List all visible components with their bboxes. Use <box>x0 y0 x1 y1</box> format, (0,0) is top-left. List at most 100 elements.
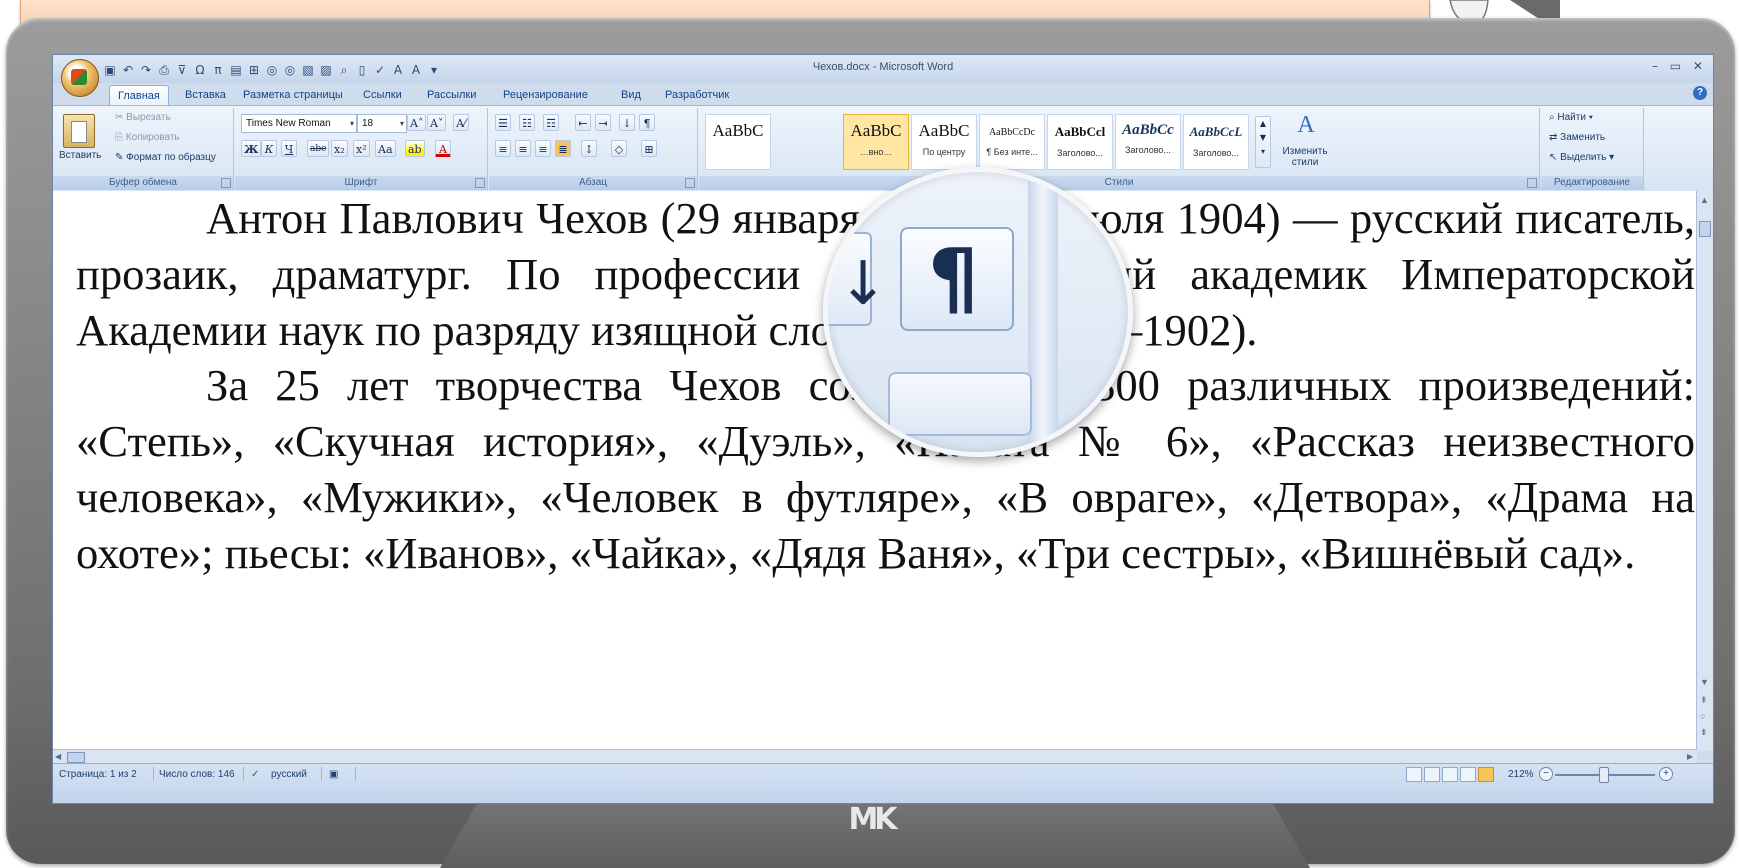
full-screen-icon[interactable] <box>1424 767 1440 782</box>
style-tile[interactable]: AaBbCcl Заголово... <box>1047 114 1113 170</box>
help-icon[interactable]: ? <box>1693 86 1707 100</box>
zoom-in-icon[interactable]: + <box>1659 767 1673 781</box>
word-count[interactable]: Число слов: 146 <box>159 769 235 780</box>
select-button[interactable]: ↖ Выделить ▾ <box>1549 152 1614 163</box>
magnified-divider <box>1028 172 1058 452</box>
title-bar: ▣ ↶ ↷ ⎙ ⊽ Ω π ▤ ⊞ ◎ ◎ ▧ ▨ ⌕ ▯ ✓ A A ▾ Че… <box>53 55 1713 83</box>
replace-button[interactable]: ⇄ Заменить <box>1549 132 1605 143</box>
brand-logo: MK <box>848 802 897 837</box>
styles-scroll-icon[interactable]: ▲ ▼ ▾ <box>1255 116 1271 168</box>
line-spacing-icon[interactable]: ↕ <box>581 140 597 157</box>
underline-button[interactable]: Ч <box>281 140 297 157</box>
print-layout-icon[interactable] <box>1406 767 1422 782</box>
show-marks-button[interactable]: ¶ <box>639 114 655 131</box>
clipboard-launcher-icon[interactable] <box>221 178 231 188</box>
scroll-right-icon[interactable]: ▶ <box>1687 752 1693 761</box>
clipboard-icon <box>63 114 95 148</box>
borders-icon[interactable]: ⊞ <box>641 140 657 157</box>
highlight-button[interactable]: ab <box>405 140 425 157</box>
horizontal-scrollbar[interactable]: ◀ ▶ <box>53 749 1697 764</box>
change-styles-icon[interactable]: A <box>1283 112 1329 139</box>
zoom-slider-knob[interactable] <box>1599 767 1609 783</box>
align-center-icon[interactable]: ≡ <box>515 140 531 157</box>
outline-icon[interactable] <box>1460 767 1476 782</box>
style-tile[interactable]: AaBbCcDc ¶ Без инте... <box>979 114 1045 170</box>
macro-record-icon[interactable]: ▣ <box>329 769 338 780</box>
status-bar: Страница: 1 из 2 Число слов: 146 ✓ русск… <box>53 763 1713 803</box>
clipboard-group-label: Буфер обмена <box>53 176 233 190</box>
decrease-indent-icon[interactable]: ⇤ <box>575 114 591 131</box>
pilcrow-icon: ¶ <box>928 232 979 325</box>
sort-icon[interactable]: ↓ <box>619 114 635 131</box>
tab-mailings[interactable]: Рассылки <box>419 85 484 105</box>
vertical-scrollbar[interactable]: ▲ ▼ ⇞ ○ ⇟ <box>1696 191 1713 751</box>
tab-view[interactable]: Вид <box>613 85 649 105</box>
zoom-level[interactable]: 212% <box>1508 769 1534 780</box>
font-name-select[interactable]: Times New Roman ▾ <box>241 114 357 133</box>
subscript-button[interactable]: x₂ <box>331 140 348 157</box>
window-title: Чехов.docx - Microsoft Word <box>812 61 954 73</box>
paste-button[interactable]: Вставить <box>59 112 101 172</box>
find-button[interactable]: ⌕ Найти ▾ <box>1549 112 1593 123</box>
scroll-left-icon[interactable]: ◀ <box>55 752 61 761</box>
style-tile[interactable]: AaBbC …вно… <box>843 114 909 170</box>
paragraph-group: ☰ ☷ ☶ ⇤ ⇥ ↓ ¶ ≡ ≡ ≡ ≣ ↕ ◇ ⊞ Абзац <box>489 108 698 190</box>
scroll-up-icon[interactable]: ▲ <box>1700 195 1709 205</box>
shrink-font-button[interactable]: A˅ <box>427 114 447 131</box>
clipboard-group: Вставить ✂ Вырезать ⎘ Копировать ✎ Форма… <box>53 108 234 190</box>
superscript-button[interactable]: x² <box>353 140 370 157</box>
tab-page-layout[interactable]: Разметка страницы <box>235 85 351 105</box>
tab-home[interactable]: Главная <box>109 85 169 106</box>
align-right-icon[interactable]: ≡ <box>535 140 551 157</box>
style-tile[interactable]: AaBbC По центру <box>911 114 977 170</box>
numbering-icon[interactable]: ☷ <box>519 114 535 131</box>
shading-icon[interactable]: ◇ <box>611 140 627 157</box>
strikethrough-button[interactable]: abe <box>307 140 330 157</box>
tab-insert[interactable]: Вставка <box>177 85 234 105</box>
web-layout-icon[interactable] <box>1442 767 1458 782</box>
style-tile[interactable]: AaBbCc Заголово... <box>1115 114 1181 170</box>
align-left-icon[interactable]: ≡ <box>495 140 511 157</box>
draft-icon[interactable] <box>1478 767 1494 782</box>
italic-button[interactable]: К <box>261 140 277 157</box>
font-color-button[interactable]: A <box>435 140 451 157</box>
font-launcher-icon[interactable] <box>475 178 485 188</box>
bold-button[interactable]: Ж <box>241 140 262 157</box>
editing-group-label: Редактирование <box>1541 176 1643 190</box>
zoom-out-icon[interactable]: − <box>1539 767 1553 781</box>
editing-group: ⌕ Найти ▾ ⇄ Заменить ↖ Выделить ▾ Редакт… <box>1541 108 1644 190</box>
change-styles-button[interactable]: Изменить стили <box>1277 146 1333 168</box>
increase-indent-icon[interactable]: ⇥ <box>595 114 611 131</box>
scroll-down-icon[interactable]: ▼ <box>1700 677 1709 687</box>
next-page-icon[interactable]: ⇟ <box>1700 727 1708 738</box>
tab-developer[interactable]: Разработчик <box>657 85 737 105</box>
cut-button[interactable]: ✂ Вырезать <box>115 112 171 123</box>
view-buttons <box>1406 767 1494 782</box>
styles-group: AaBbC AaBbC …вно… AaBbC По центру AaBbCcDc… <box>699 108 1540 190</box>
grow-font-button[interactable]: A˄ <box>407 114 427 131</box>
scroll-thumb[interactable] <box>1699 221 1711 237</box>
style-tile[interactable]: AaBbC <box>705 114 771 170</box>
window-controls[interactable]: – ▭ ✕ <box>1652 59 1707 73</box>
hscroll-thumb[interactable] <box>67 752 85 763</box>
language-indicator[interactable]: русский <box>271 769 307 780</box>
copy-button[interactable]: ⎘ Копировать <box>115 132 180 143</box>
styles-launcher-icon[interactable] <box>1527 178 1537 188</box>
justify-icon[interactable]: ≣ <box>555 140 571 157</box>
multilevel-list-icon[interactable]: ☶ <box>543 114 559 131</box>
browse-object-icon[interactable]: ○ <box>1700 711 1705 721</box>
font-size-select[interactable]: 18 ▾ <box>357 114 407 133</box>
prev-page-icon[interactable]: ⇞ <box>1700 695 1708 706</box>
paragraph-launcher-icon[interactable] <box>685 178 695 188</box>
tab-references[interactable]: Ссылки <box>355 85 410 105</box>
proofing-icon[interactable]: ✓ <box>251 769 259 780</box>
format-painter-button[interactable]: ✎ Формат по образцу <box>115 152 216 163</box>
page-indicator[interactable]: Страница: 1 из 2 <box>59 769 137 780</box>
bullets-icon[interactable]: ☰ <box>495 114 511 131</box>
clear-format-button[interactable]: A⁄ <box>453 114 469 131</box>
magnified-arrow-icon: ↓ <box>838 249 889 319</box>
change-case-button[interactable]: Aa <box>375 140 396 157</box>
tab-review[interactable]: Рецензирование <box>495 85 596 105</box>
office-button[interactable] <box>61 59 99 97</box>
style-tile[interactable]: AaBbCcL Заголово... <box>1183 114 1249 170</box>
